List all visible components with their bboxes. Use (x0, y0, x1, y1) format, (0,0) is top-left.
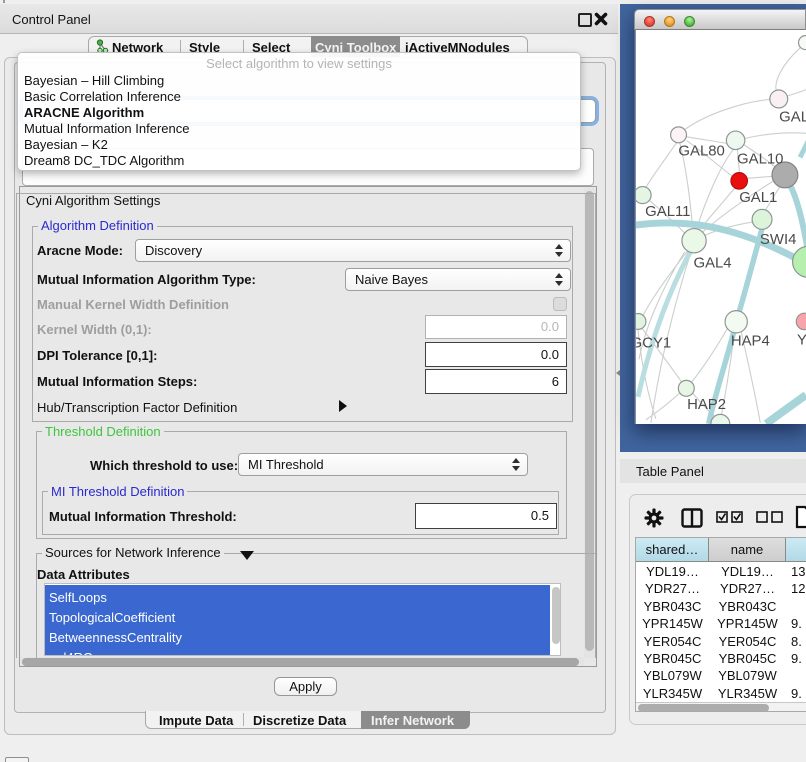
svg-text:GCY1: GCY1 (635, 335, 671, 351)
svg-text:HAP4: HAP4 (731, 333, 770, 349)
svg-text:GAL2: GAL2 (779, 110, 806, 126)
svg-text:GAL1: GAL1 (739, 190, 777, 206)
svg-text:GAL10: GAL10 (737, 151, 783, 167)
svg-text:GAL11: GAL11 (645, 204, 690, 220)
svg-text:HAP2: HAP2 (687, 397, 726, 413)
svg-text:SWI4: SWI4 (760, 232, 796, 248)
svg-text:GAL80: GAL80 (678, 143, 724, 159)
svg-text:GAL4: GAL4 (693, 256, 731, 272)
svg-text:Y: Y (797, 332, 806, 348)
